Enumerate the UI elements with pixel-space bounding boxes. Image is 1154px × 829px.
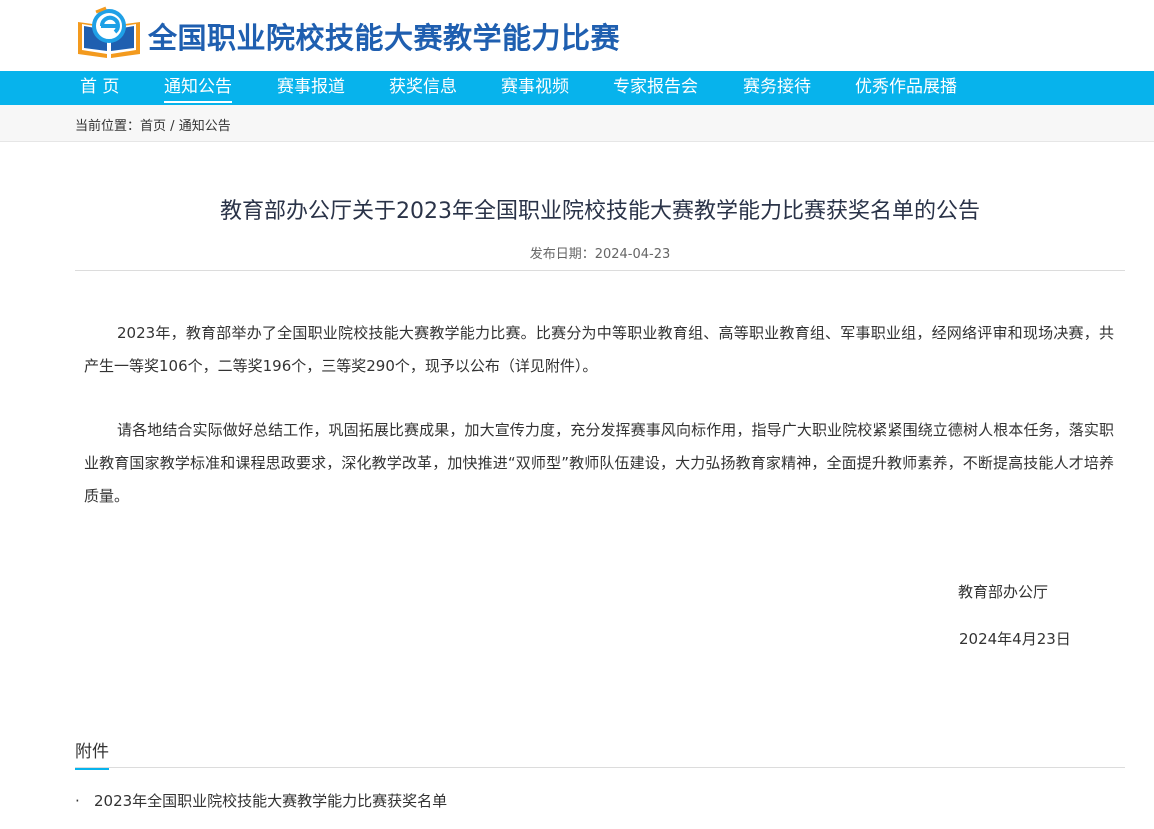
breadcrumb-home-link[interactable]: 首页 xyxy=(140,119,166,134)
attachment-link[interactable]: · 2023年全国职业院校技能大赛教学能力比赛获奖名单 xyxy=(75,790,447,811)
main-nav: 首 页 通知公告 赛事报道 获奖信息 赛事视频 专家报告会 赛务接待 优秀作品展… xyxy=(0,71,1154,105)
breadcrumb-current-link[interactable]: 通知公告 xyxy=(179,119,231,134)
article-paragraph-2: 请各地结合实际做好总结工作，巩固拓展比赛成果，加大宣传力度，充分发挥赛事风向标作… xyxy=(84,421,1114,505)
nav-item-reception[interactable]: 赛务接待 xyxy=(743,71,811,105)
nav-item-expert-talks[interactable]: 专家报告会 xyxy=(613,71,698,105)
nav-item-showcase[interactable]: 优秀作品展播 xyxy=(855,71,957,105)
bullet-icon: · xyxy=(75,792,80,810)
breadcrumb: 当前位置：首页 / 通知公告 xyxy=(75,115,231,134)
publish-date: 发布日期：2024-04-23 xyxy=(529,247,671,262)
book-logo-icon[interactable] xyxy=(74,6,144,60)
attachments-divider xyxy=(75,767,1125,768)
site-header: 全国职业院校技能大赛教学能力比赛 xyxy=(0,0,1154,71)
article-paragraph-1: 2023年，教育部举办了全国职业院校技能大赛教学能力比赛。比赛分为中等职业教育组… xyxy=(84,324,1114,375)
attachments-title: 附件 xyxy=(75,737,109,770)
signature-org: 教育部办公厅 xyxy=(958,583,1049,601)
breadcrumb-bar: 当前位置：首页 / 通知公告 xyxy=(0,105,1154,142)
nav-item-event-reports[interactable]: 赛事报道 xyxy=(277,71,345,105)
nav-item-notices[interactable]: 通知公告 xyxy=(164,71,232,105)
title-divider xyxy=(75,270,1125,271)
breadcrumb-separator: / xyxy=(166,119,179,134)
breadcrumb-prefix: 当前位置： xyxy=(75,119,141,134)
article-title: 教育部办公厅关于2023年全国职业院校技能大赛教学能力比赛获奖名单的公告 xyxy=(220,199,980,224)
nav-item-event-videos[interactable]: 赛事视频 xyxy=(501,71,569,105)
site-title: 全国职业院校技能大赛教学能力比赛 xyxy=(148,21,621,55)
nav-item-home[interactable]: 首 页 xyxy=(80,71,119,105)
signature-date: 2024年4月23日 xyxy=(959,630,1071,648)
attachment-label: 2023年全国职业院校技能大赛教学能力比赛获奖名单 xyxy=(94,792,448,810)
nav-item-award-info[interactable]: 获奖信息 xyxy=(389,71,457,105)
